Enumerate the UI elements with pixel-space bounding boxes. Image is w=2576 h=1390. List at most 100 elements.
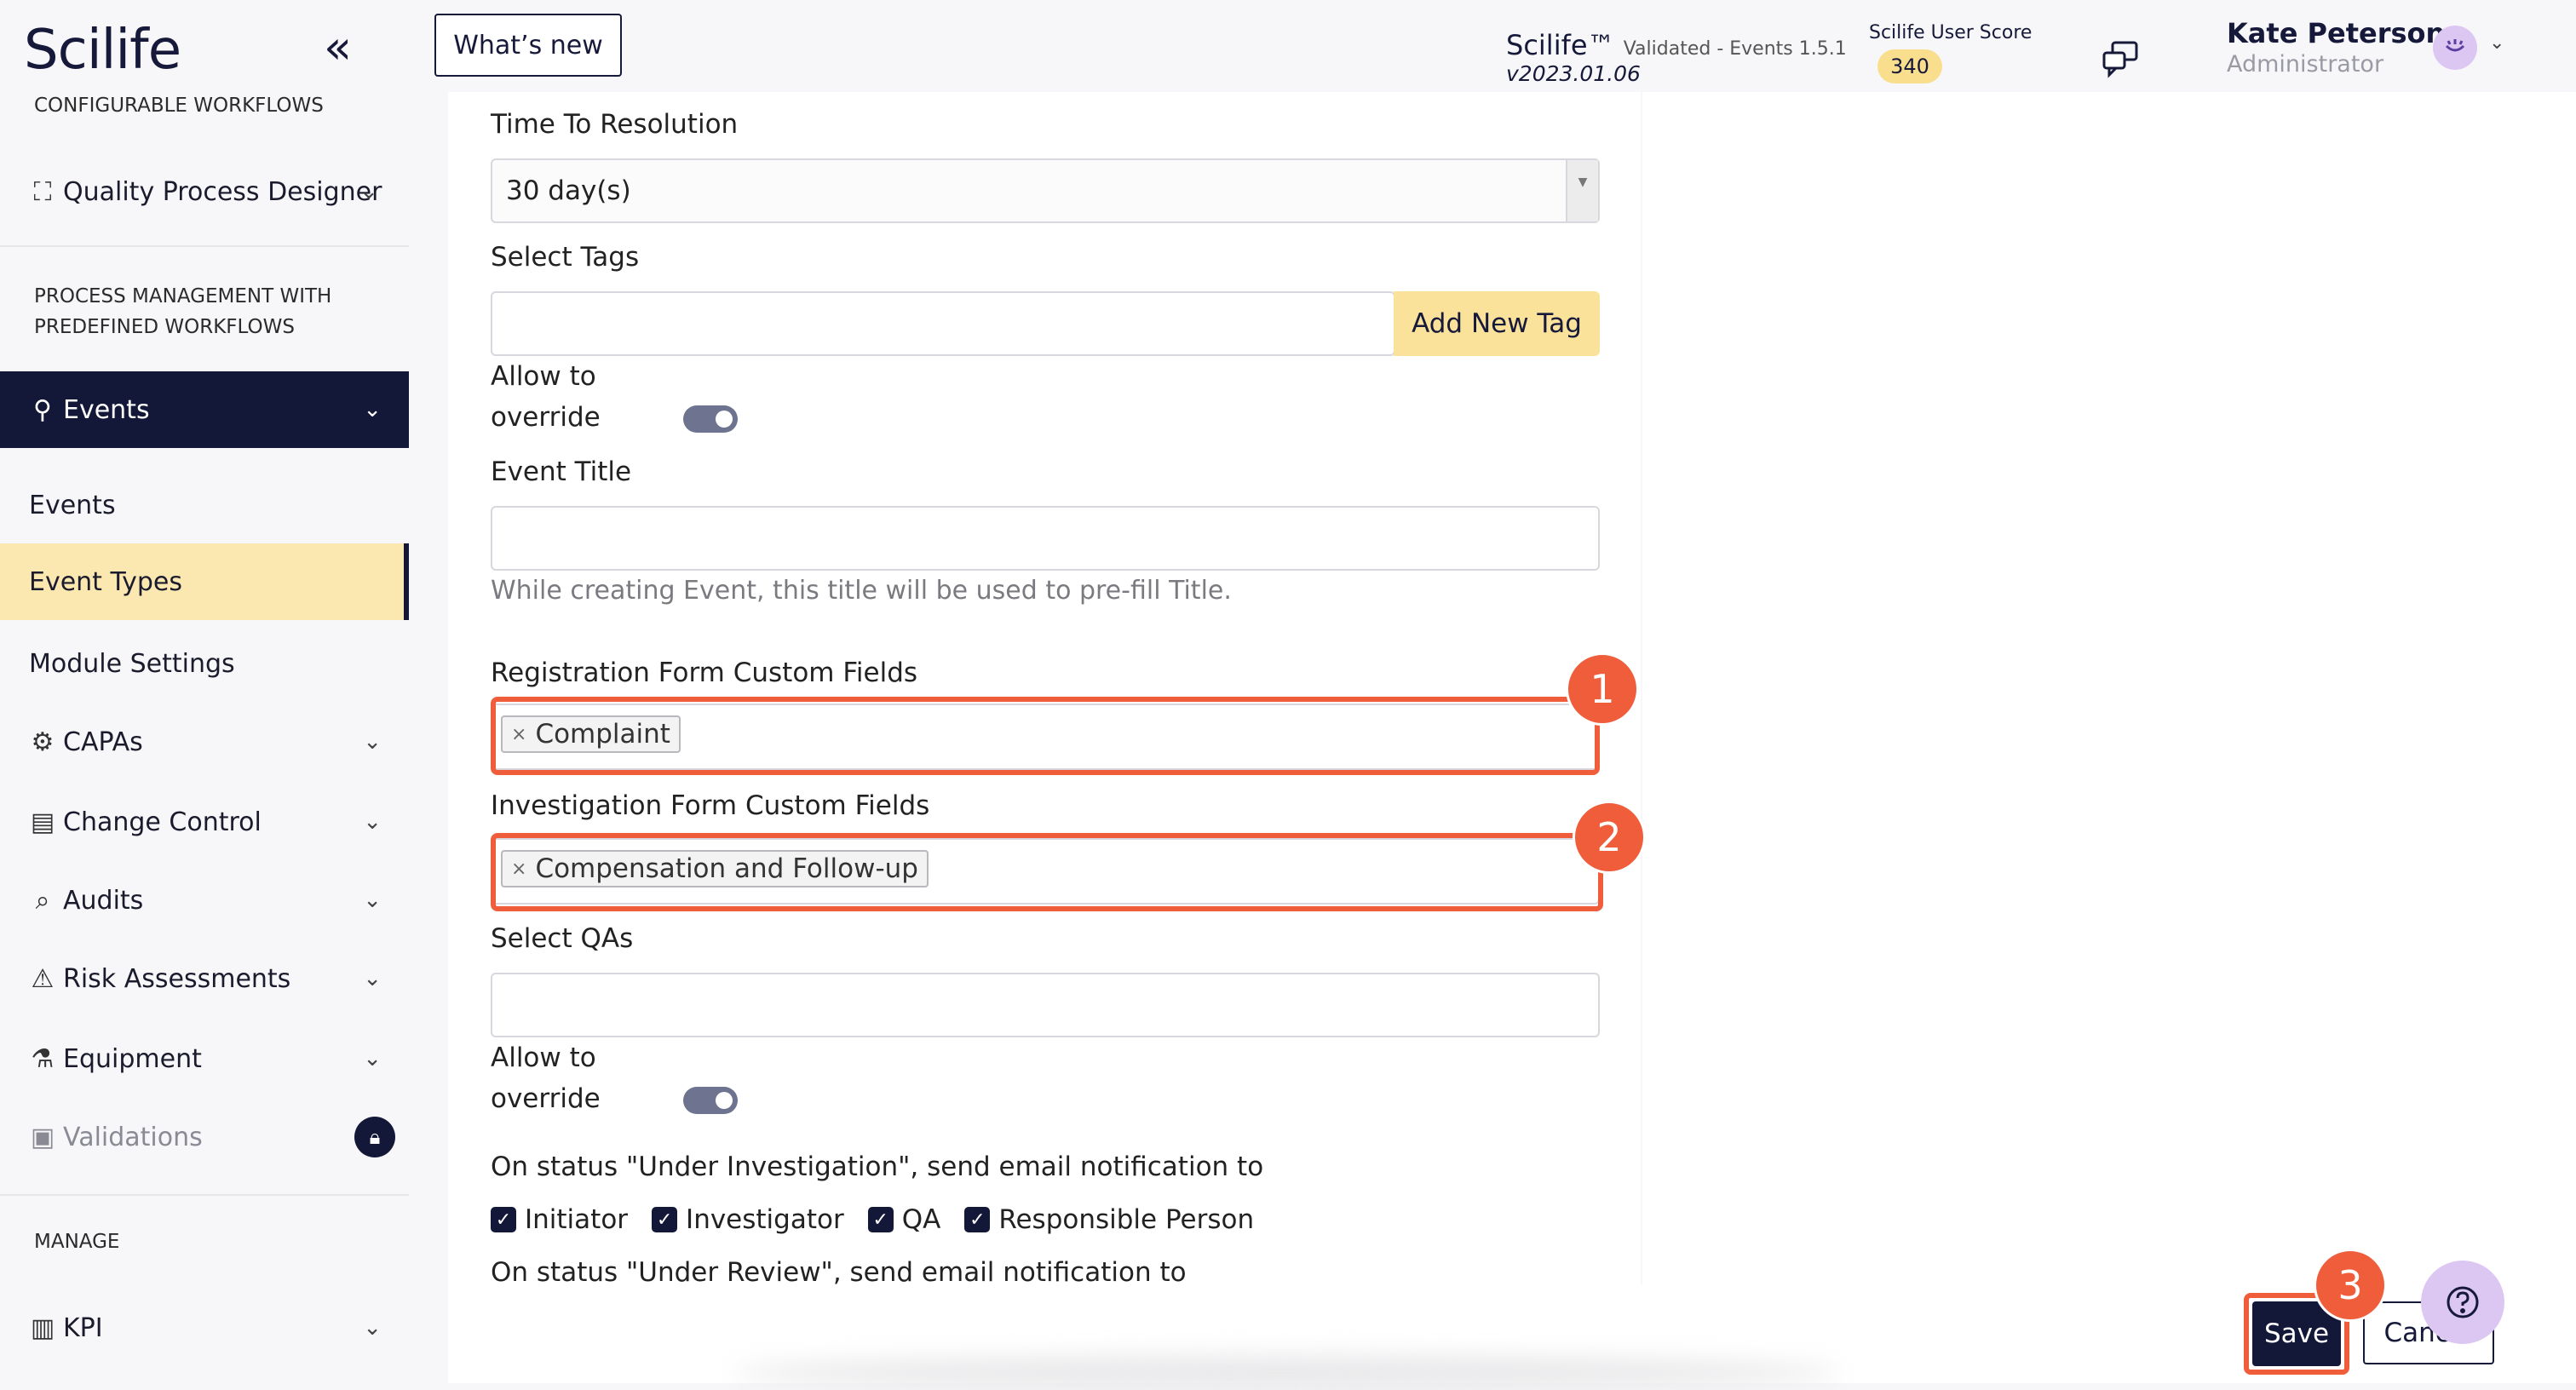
sidebar-item-equipment[interactable]: ⚗ Equipment ⌄ <box>0 1020 409 1097</box>
chevron-down-icon: ⌄ <box>363 887 382 913</box>
divider <box>0 245 409 247</box>
allow-override-label: override <box>491 402 601 433</box>
chevron-down-icon: ⌄ <box>363 729 382 755</box>
select-tags-label: Select Tags <box>491 242 640 273</box>
sidebar-item-event-types[interactable]: Event Types <box>0 543 409 620</box>
check-icon: ✓ <box>652 1207 678 1232</box>
divider <box>0 1194 409 1196</box>
section-process-management-line1: PROCESS MANAGEMENT WITH <box>34 285 332 307</box>
sidebar-item-quality-process-designer[interactable]: ⛶ Quality Process Designer ⌄ <box>0 153 409 230</box>
document-icon: ▤ <box>30 807 55 837</box>
chevron-down-icon: ⌄ <box>363 1315 382 1341</box>
app-version: Validated - Events 1.5.1 <box>1623 38 1847 60</box>
status-investigation-label: On status "Under Investigation", send em… <box>491 1152 1264 1182</box>
sidebar-item-label: Events <box>63 394 150 425</box>
avatar[interactable] <box>2433 26 2477 70</box>
scroll-shadow <box>733 1356 1840 1390</box>
checkbox-qa[interactable]: ✓ QA <box>867 1204 941 1235</box>
select-tags-input[interactable] <box>491 291 1395 356</box>
allow-override-label: Allow to <box>491 361 596 392</box>
check-icon: ✓ <box>867 1207 894 1232</box>
event-title-label: Event Title <box>491 457 632 487</box>
sidebar-item-label: CAPAs <box>63 727 143 757</box>
allow-override-label: override <box>491 1083 601 1114</box>
app-build: v2023.01.06 <box>1506 61 1641 86</box>
allow-override-toggle[interactable] <box>683 405 738 433</box>
step-badge-3: 3 <box>2314 1249 2387 1322</box>
allow-override-label: Allow to <box>491 1042 596 1073</box>
sidebar-item-label: Module Settings <box>29 648 235 679</box>
checkbox-label: Initiator <box>525 1204 629 1235</box>
notification-checkbox-group: ✓ Initiator ✓ Investigator ✓ QA ✓ Responsibl… <box>491 1204 1278 1235</box>
app-name: Scilife™ <box>1506 29 1615 61</box>
user-score-badge: 340 <box>1877 49 1942 83</box>
sidebar-item-label: Change Control <box>63 807 262 837</box>
audit-icon: ⌕ <box>35 885 50 916</box>
checkbox-label: Responsible Person <box>998 1204 1255 1235</box>
section-process-management-line2: PREDEFINED WORKFLOWS <box>34 316 295 338</box>
event-title-input[interactable] <box>491 506 1600 571</box>
registration-form-label: Registration Form Custom Fields <box>491 658 918 688</box>
check-icon: ✓ <box>964 1207 991 1232</box>
collapse-sidebar-icon[interactable]: « <box>324 20 352 74</box>
checkbox-responsible-person[interactable]: ✓ Responsible Person <box>964 1204 1254 1235</box>
clipboard-icon: ▣ <box>30 1122 55 1152</box>
sidebar-item-module-settings[interactable]: Module Settings <box>0 625 409 702</box>
sidebar-item-events[interactable]: Events <box>0 467 409 543</box>
chevron-down-icon: ⌄ <box>363 397 382 422</box>
sidebar-item-label: Validations <box>63 1122 203 1152</box>
user-score-label: Scilife User Score <box>1869 22 2033 43</box>
section-configurable-workflows: CONFIGURABLE WORKFLOWS <box>34 95 324 117</box>
select-qas-input[interactable] <box>491 973 1600 1037</box>
sidebar-item-label: Quality Process Designer <box>63 176 382 207</box>
sidebar-item-audits[interactable]: ⌕ Audits ⌄ <box>0 862 409 939</box>
sidebar-item-label: Event Types <box>29 566 183 597</box>
sidebar-item-validations[interactable]: ▣ Validations 🔒︎ <box>0 1099 409 1175</box>
lock-icon: 🔒︎ <box>354 1117 395 1157</box>
sidebar-item-label: Equipment <box>63 1043 202 1074</box>
chat-feedback-icon[interactable] <box>2101 37 2142 78</box>
sidebar-item-capas[interactable]: ⚙ CAPAs ⌄ <box>0 704 409 780</box>
workflow-icon: ⛶ <box>33 176 52 207</box>
pin-icon: ⚲ <box>33 394 52 425</box>
sidebar: Scilife « CONFIGURABLE WORKFLOWS ⛶ Quali… <box>0 0 409 1383</box>
investigation-form-label: Investigation Form Custom Fields <box>491 790 930 821</box>
sidebar-item-label: Events <box>29 490 116 520</box>
time-to-resolution-select[interactable]: 30 day(s) ▼ <box>491 158 1600 223</box>
highlight-box-1 <box>491 697 1600 775</box>
sidebar-group-events[interactable]: ⚲ Events ⌄ <box>0 371 409 448</box>
chevron-down-icon: ⌄ <box>359 179 378 204</box>
help-icon <box>2447 1286 2479 1318</box>
chevron-down-icon: ⌄ <box>363 1046 382 1071</box>
user-role: Administrator <box>2227 51 2384 78</box>
user-name[interactable]: Kate Peterson <box>2227 17 2445 49</box>
scilife-logo[interactable]: Scilife <box>24 19 181 82</box>
add-new-tag-button[interactable]: Add New Tag <box>1394 291 1600 356</box>
flask-icon: ⚗ <box>31 1043 55 1074</box>
sidebar-item-kpi[interactable]: ▥ KPI ⌄ <box>0 1289 409 1366</box>
checkbox-label: QA <box>901 1204 941 1235</box>
warning-icon: ⚠ <box>31 963 55 994</box>
checkbox-label: Investigator <box>686 1204 844 1235</box>
right-panel <box>1642 92 2576 1284</box>
dropdown-arrow-icon[interactable]: ▼ <box>1566 160 1598 221</box>
checkbox-investigator[interactable]: ✓ Investigator <box>652 1204 844 1235</box>
sidebar-item-label: Audits <box>63 885 144 916</box>
time-to-resolution-value: 30 day(s) <box>506 175 631 206</box>
time-to-resolution-label: Time To Resolution <box>491 109 739 140</box>
section-manage: MANAGE <box>34 1231 120 1253</box>
whats-new-button[interactable]: What’s new <box>434 14 622 77</box>
allow-override-toggle[interactable] <box>683 1087 738 1114</box>
help-button[interactable] <box>2421 1261 2504 1344</box>
status-review-label: On status "Under Review", send email not… <box>491 1257 1187 1284</box>
sidebar-item-label: KPI <box>63 1312 103 1343</box>
chevron-down-icon: ⌄ <box>363 966 382 991</box>
sidebar-item-risk-assessments[interactable]: ⚠ Risk Assessments ⌄ <box>0 940 409 1017</box>
chevron-down-icon[interactable]: ⌄ <box>2489 32 2504 54</box>
event-title-hint: While creating Event, this title will be… <box>491 576 1232 606</box>
check-icon: ✓ <box>491 1207 516 1232</box>
chevron-down-icon: ⌄ <box>363 809 382 835</box>
sidebar-item-change-control[interactable]: ▤ Change Control ⌄ <box>0 784 409 860</box>
checkbox-initiator[interactable]: ✓ Initiator <box>491 1204 628 1235</box>
step-badge-1: 1 <box>1566 652 1639 726</box>
